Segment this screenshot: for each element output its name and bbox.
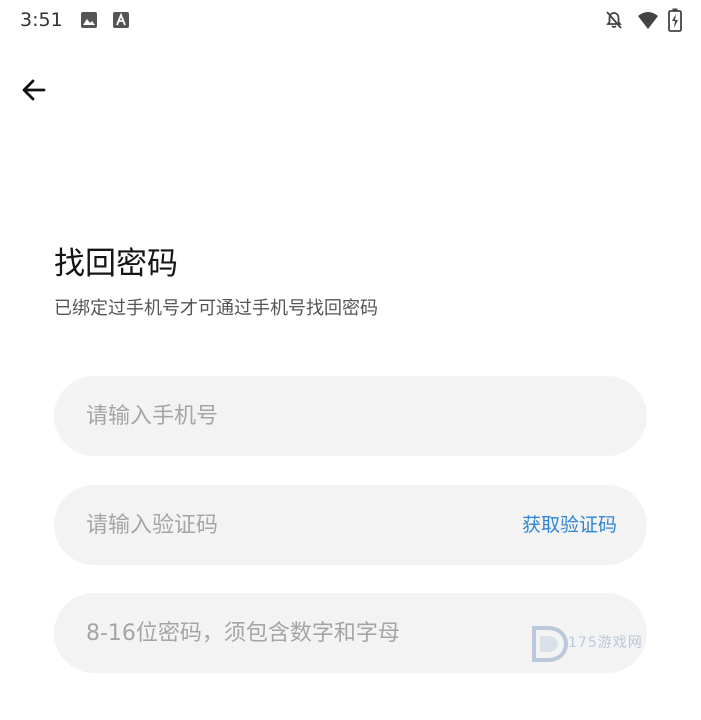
watermark-text: 175游戏网 [568,635,643,651]
watermark-logo: 175游戏网 [530,622,655,666]
verification-code-field: 获取验证码 [54,485,647,565]
phone-input[interactable] [86,376,526,456]
gallery-icon [80,11,98,33]
app-notification-icon [112,11,130,33]
status-bar: 3:51 [0,0,701,42]
arrow-left-icon [18,79,50,110]
bell-off-icon [604,10,624,34]
status-time: 3:51 [20,9,63,31]
get-code-button[interactable]: 获取验证码 [522,485,617,565]
page-title: 找回密码 [54,246,178,282]
verification-code-input[interactable] [86,485,526,565]
page-subtitle: 已绑定过手机号才可通过手机号找回密码 [54,298,378,319]
phone-field [54,376,647,456]
back-button[interactable] [18,74,50,106]
forgot-password-screen: 3:51 找回密码 已绑定过手机号才可通过手机号找回密码 请输入手机号 请输入验… [0,0,701,720]
wifi-icon [637,10,659,34]
battery-icon [668,8,682,36]
